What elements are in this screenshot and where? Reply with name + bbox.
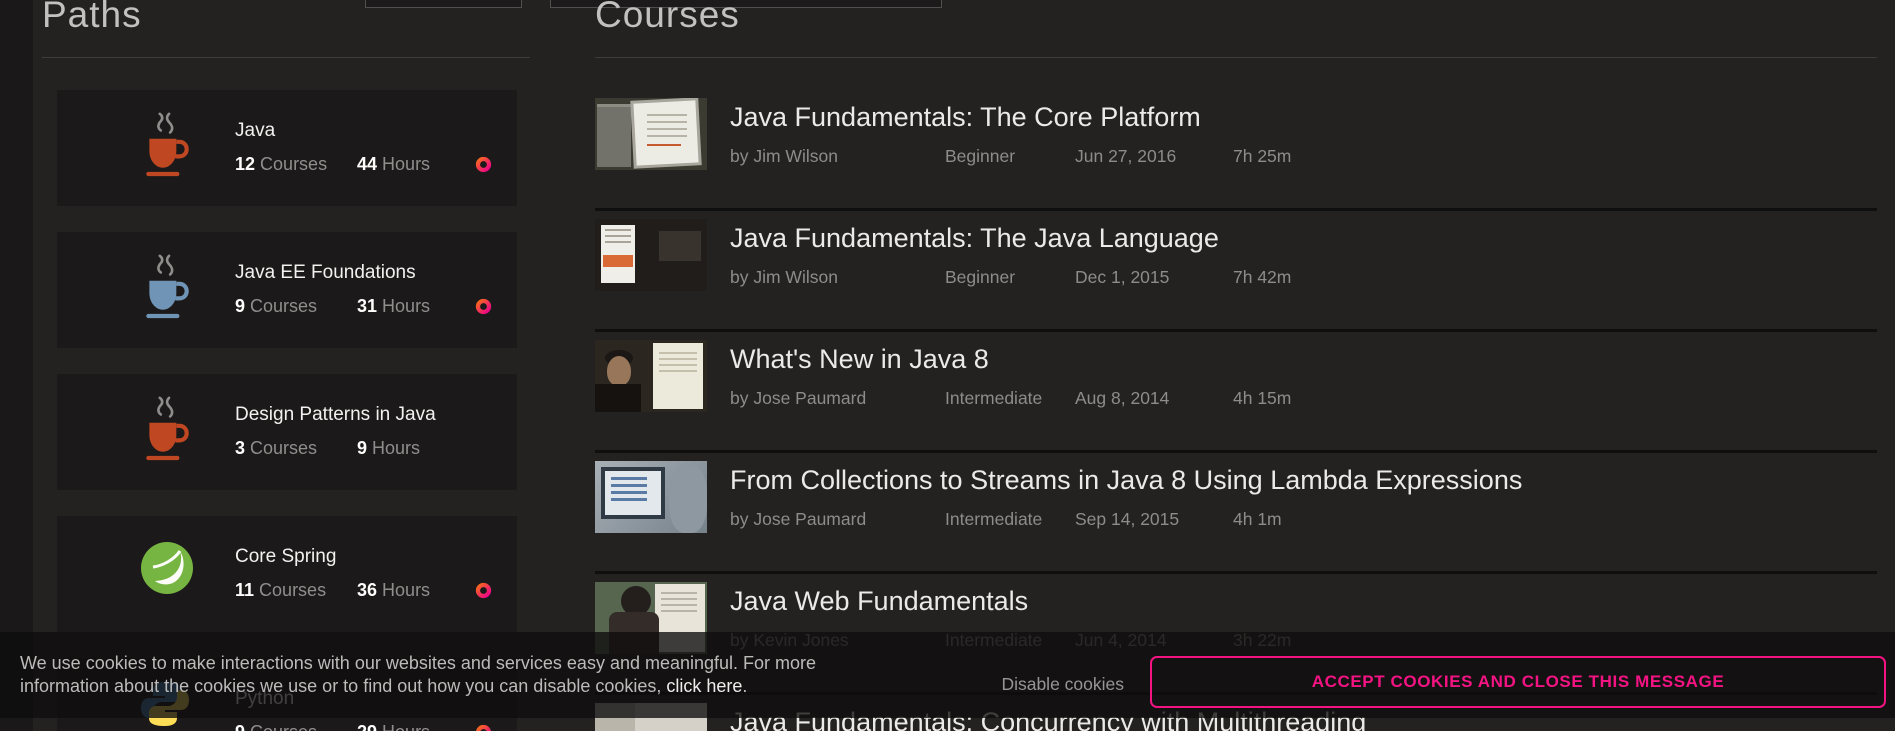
courses-heading: Courses bbox=[595, 0, 740, 36]
cookie-message: We use cookies to make interactions with… bbox=[20, 652, 816, 698]
path-card-java-ee-foundations[interactable]: Java EE Foundations 9 Courses 31 Hours bbox=[57, 232, 517, 348]
course-level: Intermediate bbox=[945, 509, 1075, 530]
courses-heading-rule bbox=[595, 57, 1877, 58]
course-level: Beginner bbox=[945, 146, 1075, 167]
paths-heading: Paths bbox=[42, 0, 142, 36]
course-author: by Jim Wilson bbox=[730, 146, 945, 167]
course-level: Intermediate bbox=[945, 388, 1075, 409]
course-duration: 7h 42m bbox=[1233, 267, 1291, 288]
path-courses-stat: 3 Courses bbox=[235, 438, 317, 458]
course-divider bbox=[595, 571, 1877, 574]
course-thumbnail[interactable] bbox=[595, 340, 707, 412]
path-badge-icon bbox=[475, 298, 492, 315]
course-divider bbox=[595, 329, 1877, 332]
path-hours-stat: 36 Hours bbox=[357, 580, 430, 601]
path-badge-icon bbox=[475, 156, 492, 173]
path-title: Design Patterns in Java bbox=[235, 404, 436, 426]
course-date: Jun 27, 2016 bbox=[1075, 146, 1233, 167]
spring-leaf-icon bbox=[139, 540, 195, 620]
course-duration: 4h 1m bbox=[1233, 509, 1282, 530]
path-card-design-patterns-in-java[interactable]: Design Patterns in Java 3 Courses 9 Hour… bbox=[57, 374, 517, 490]
course-title[interactable]: From Collections to Streams in Java 8 Us… bbox=[730, 465, 1522, 496]
course-row[interactable]: Java Fundamentals: The Java Language by … bbox=[595, 219, 1877, 319]
course-duration: 7h 25m bbox=[1233, 146, 1291, 167]
course-duration: 4h 15m bbox=[1233, 388, 1291, 409]
path-badge-icon bbox=[475, 724, 492, 731]
coffee-cup-blue-icon bbox=[139, 248, 195, 328]
path-hours-stat: 31 Hours bbox=[357, 296, 430, 317]
course-date: Aug 8, 2014 bbox=[1075, 388, 1233, 409]
cookie-message-line1: We use cookies to make interactions with… bbox=[20, 652, 816, 675]
course-author: by Jim Wilson bbox=[730, 267, 945, 288]
path-hours-stat: 9 Hours bbox=[357, 438, 420, 459]
path-stats: 9 Courses 31 Hours bbox=[235, 296, 475, 317]
coffee-cup-red-icon bbox=[139, 390, 195, 470]
path-courses-stat: 12 Courses bbox=[235, 154, 327, 174]
path-hours-stat: 29 Hours bbox=[357, 722, 430, 731]
cookie-message-line2: information about the cookies we use or … bbox=[20, 675, 816, 698]
path-badge-icon bbox=[475, 582, 492, 599]
path-courses-stat: 9 Courses bbox=[235, 722, 317, 731]
path-stats: 11 Courses 36 Hours bbox=[235, 580, 475, 601]
coffee-cup-red-icon bbox=[139, 106, 195, 186]
top-clipped-control-1[interactable] bbox=[365, 0, 522, 8]
course-author: by Jose Paumard bbox=[730, 509, 945, 530]
path-stats: 9 Courses 29 Hours bbox=[235, 722, 475, 731]
cookie-click-here-link[interactable]: click here bbox=[666, 676, 742, 696]
course-title[interactable]: What's New in Java 8 bbox=[730, 344, 989, 375]
course-date: Sep 14, 2015 bbox=[1075, 509, 1233, 530]
path-title: Java EE Foundations bbox=[235, 262, 416, 284]
course-meta: by Jose Paumard Intermediate Sep 14, 201… bbox=[730, 509, 1282, 530]
cookie-banner: We use cookies to make interactions with… bbox=[0, 632, 1895, 718]
left-edge-strip bbox=[0, 0, 33, 731]
course-title[interactable]: Java Web Fundamentals bbox=[730, 586, 1028, 617]
course-meta: by Jim Wilson Beginner Jun 27, 2016 7h 2… bbox=[730, 146, 1291, 167]
course-title[interactable]: Java Fundamentals: The Java Language bbox=[730, 223, 1219, 254]
path-stats: 3 Courses 9 Hours bbox=[235, 438, 475, 459]
course-date: Dec 1, 2015 bbox=[1075, 267, 1233, 288]
path-stats: 12 Courses 44 Hours bbox=[235, 154, 475, 175]
course-row[interactable]: From Collections to Streams in Java 8 Us… bbox=[595, 461, 1877, 561]
path-courses-stat: 9 Courses bbox=[235, 296, 317, 316]
course-row[interactable]: Java Fundamentals: The Core Platform by … bbox=[595, 98, 1877, 198]
path-title: Java bbox=[235, 120, 275, 142]
course-level: Beginner bbox=[945, 267, 1075, 288]
course-thumbnail[interactable] bbox=[595, 219, 707, 291]
path-card-core-spring[interactable]: Core Spring 11 Courses 36 Hours bbox=[57, 516, 517, 632]
course-author: by Jose Paumard bbox=[730, 388, 945, 409]
course-divider bbox=[595, 208, 1877, 211]
page: Paths Java 12 Courses 44 Hours bbox=[0, 0, 1895, 731]
course-thumbnail[interactable] bbox=[595, 98, 707, 170]
path-card-java[interactable]: Java 12 Courses 44 Hours bbox=[57, 90, 517, 206]
path-courses-stat: 11 Courses bbox=[235, 580, 326, 600]
disable-cookies-link[interactable]: Disable cookies bbox=[978, 674, 1124, 695]
path-title: Core Spring bbox=[235, 546, 336, 568]
paths-heading-rule bbox=[42, 57, 530, 58]
course-divider bbox=[595, 450, 1877, 453]
course-title[interactable]: Java Fundamentals: The Core Platform bbox=[730, 102, 1201, 133]
path-hours-stat: 44 Hours bbox=[357, 154, 430, 175]
accept-cookies-button[interactable]: ACCEPT COOKIES AND CLOSE THIS MESSAGE bbox=[1150, 656, 1886, 708]
course-thumbnail[interactable] bbox=[595, 461, 707, 533]
course-meta: by Jim Wilson Beginner Dec 1, 2015 7h 42… bbox=[730, 267, 1291, 288]
course-meta: by Jose Paumard Intermediate Aug 8, 2014… bbox=[730, 388, 1291, 409]
course-row[interactable]: What's New in Java 8 by Jose Paumard Int… bbox=[595, 340, 1877, 440]
